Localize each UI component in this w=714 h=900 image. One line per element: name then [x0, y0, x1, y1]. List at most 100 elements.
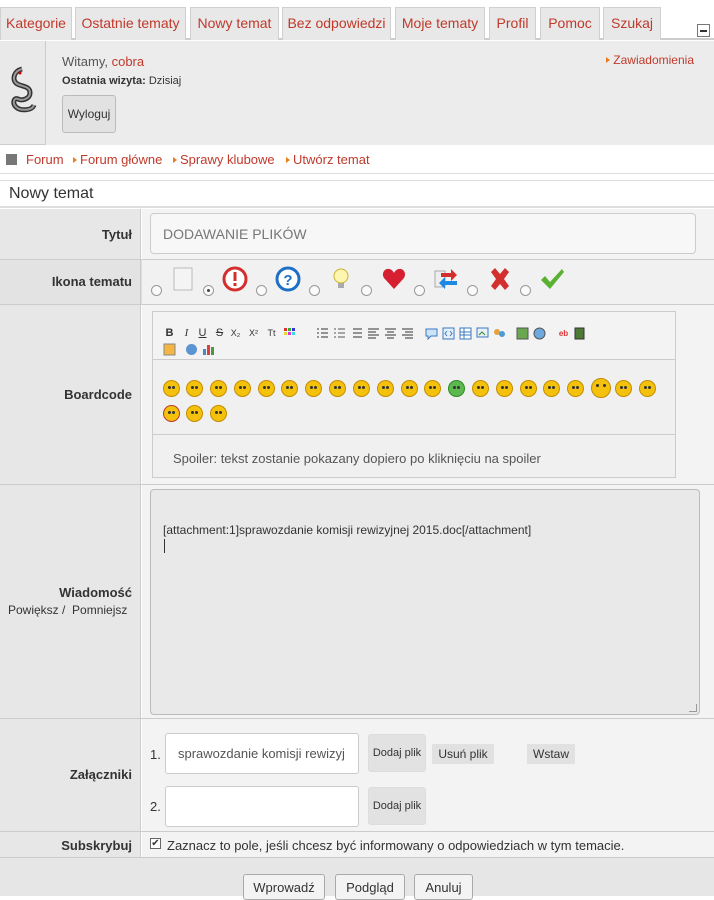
breadcrumb-forum-glowne[interactable]: Forum główne	[73, 152, 162, 167]
smiley-evil-icon[interactable]	[163, 405, 180, 422]
strike-button[interactable]: S	[213, 327, 226, 340]
topic-icon-radio-3[interactable]	[256, 285, 267, 296]
tab-bez-odpowiedzi[interactable]: Bez odpowiedzi	[282, 7, 391, 40]
topic-icon-radio-6[interactable]	[414, 285, 425, 296]
smiley-shocked-icon[interactable]	[353, 380, 370, 397]
preview-button[interactable]: Podgląd	[335, 874, 405, 900]
smiley-tongue-icon[interactable]	[234, 380, 251, 397]
title-input[interactable]	[150, 213, 696, 254]
username-link[interactable]: cobra	[112, 54, 145, 69]
smiley-lipsrsealed-icon[interactable]	[186, 405, 203, 422]
breadcrumb-sprawy-klubowe[interactable]: Sprawy klubowe	[173, 152, 275, 167]
arrows-swap-icon[interactable]	[433, 266, 459, 292]
smiley-kiss-icon[interactable]	[520, 380, 537, 397]
nav-tabs: Kategorie Ostatnie tematy Nowy temat Bez…	[0, 0, 714, 40]
code-icon[interactable]	[442, 327, 455, 340]
logout-button[interactable]: Wyloguj	[62, 95, 116, 133]
exclamation-icon[interactable]	[222, 266, 248, 292]
remove-file-button[interactable]: Usuń plik	[432, 744, 494, 764]
message-textarea[interactable]: [attachment:1]sprawozdanie komisji rewiz…	[150, 489, 700, 715]
chart-icon[interactable]	[202, 343, 215, 356]
topic-icon-radio-2[interactable]	[203, 285, 214, 296]
tab-nowy-temat[interactable]: Nowy temat	[190, 7, 279, 40]
image-icon[interactable]	[476, 327, 489, 340]
color-picker-icon[interactable]	[283, 327, 296, 340]
insert-button[interactable]: Wstaw	[527, 744, 575, 764]
tab-moje-tematy[interactable]: Moje tematy	[395, 7, 485, 40]
list-item-icon[interactable]	[350, 327, 363, 340]
smiley-oh-icon[interactable]	[567, 380, 584, 397]
quote-icon[interactable]	[425, 327, 438, 340]
topic-icon-radio-8[interactable]	[520, 285, 531, 296]
tab-kategorie[interactable]: Kategorie	[0, 7, 72, 40]
bullet-list-icon[interactable]	[316, 327, 329, 340]
topic-icon-radio-5[interactable]	[361, 285, 372, 296]
subscript-button[interactable]: X₂	[229, 327, 242, 340]
smiley-angry-icon[interactable]	[305, 380, 322, 397]
tab-ostatnie-tematy[interactable]: Ostatnie tematy	[75, 7, 186, 40]
topic-icon-radio-7[interactable]	[467, 285, 478, 296]
smiley-cheesy-icon[interactable]	[329, 380, 346, 397]
forum-square-icon	[6, 154, 17, 165]
tab-pomoc[interactable]: Pomoc	[540, 7, 600, 40]
smiley-cry-icon[interactable]	[639, 380, 656, 397]
smiley-undecided-icon[interactable]	[543, 380, 560, 397]
topic-icon-radio-4[interactable]	[309, 285, 320, 296]
smiley-huh-icon[interactable]	[615, 380, 632, 397]
help-icon[interactable]	[185, 343, 198, 356]
add-file-button-2[interactable]: Dodaj plik	[368, 787, 426, 825]
zoom-out-link[interactable]: Pomniejsz	[72, 603, 127, 617]
align-center-icon[interactable]	[384, 327, 397, 340]
underline-button[interactable]: U	[196, 327, 209, 340]
smiley-tired-icon[interactable]	[210, 405, 227, 422]
breadcrumb-forum[interactable]: Forum	[26, 152, 64, 167]
resize-handle[interactable]	[689, 704, 697, 712]
smiley-laugh-icon[interactable]	[591, 378, 611, 398]
add-file-button-1[interactable]: Dodaj plik	[368, 734, 426, 772]
blank-page-icon[interactable]	[170, 266, 196, 292]
red-x-icon[interactable]	[487, 266, 513, 292]
lightbulb-icon[interactable]	[328, 266, 354, 292]
heart-icon[interactable]	[381, 266, 407, 292]
smiley-smile-icon[interactable]	[210, 380, 227, 397]
film-icon[interactable]	[573, 327, 586, 340]
smiley-wink-icon[interactable]	[258, 380, 275, 397]
smiley-sad-icon[interactable]	[186, 380, 203, 397]
tab-szukaj[interactable]: Szukaj	[603, 7, 661, 40]
table-icon[interactable]	[459, 327, 472, 340]
question-icon[interactable]: ?	[275, 266, 301, 292]
photo-icon[interactable]	[516, 327, 529, 340]
tab-profil[interactable]: Profil	[489, 7, 536, 40]
teletype-button[interactable]: Tt	[265, 327, 278, 340]
checkmark-icon[interactable]	[539, 266, 565, 292]
smiley-confused-icon[interactable]	[401, 380, 418, 397]
smiley-rolleyes-icon[interactable]	[496, 380, 513, 397]
italic-button[interactable]: I	[180, 327, 193, 340]
smiley-embarrassed-icon[interactable]	[472, 380, 489, 397]
user-info: Witamy, cobra Ostatnia wizyta: Dzisiaj W…	[45, 41, 714, 145]
globe-icon[interactable]	[533, 327, 546, 340]
submit-button[interactable]: Wprowadź	[243, 874, 325, 900]
collapse-icon[interactable]	[697, 24, 710, 37]
superscript-button[interactable]: X²	[247, 327, 260, 340]
smiley-surprised-icon[interactable]	[377, 380, 394, 397]
attachment-1-input[interactable]	[165, 733, 359, 774]
notifications-link[interactable]: Zawiadomienia	[606, 53, 694, 67]
smiley-razz-icon[interactable]	[281, 380, 298, 397]
breadcrumb-utworz-temat[interactable]: Utwórz temat	[286, 152, 370, 167]
bold-button[interactable]: B	[163, 327, 176, 340]
smiley-sick-icon[interactable]	[448, 380, 465, 397]
ebay-icon[interactable]: eb	[557, 327, 570, 340]
align-right-icon[interactable]	[401, 327, 414, 340]
subscribe-checkbox[interactable]: ✔	[150, 838, 161, 849]
align-left-icon[interactable]	[367, 327, 380, 340]
numbered-list-icon[interactable]	[333, 327, 346, 340]
smiley-grin-icon[interactable]	[424, 380, 441, 397]
zoom-in-link[interactable]: Powiększ /	[8, 603, 65, 617]
users-icon[interactable]	[493, 327, 506, 340]
smiley-cool-icon[interactable]	[163, 380, 180, 397]
attachment-2-input[interactable]	[165, 786, 359, 827]
flash-icon[interactable]	[163, 343, 176, 356]
cancel-button[interactable]: Anuluj	[414, 874, 473, 900]
topic-icon-radio-1[interactable]	[151, 285, 162, 296]
